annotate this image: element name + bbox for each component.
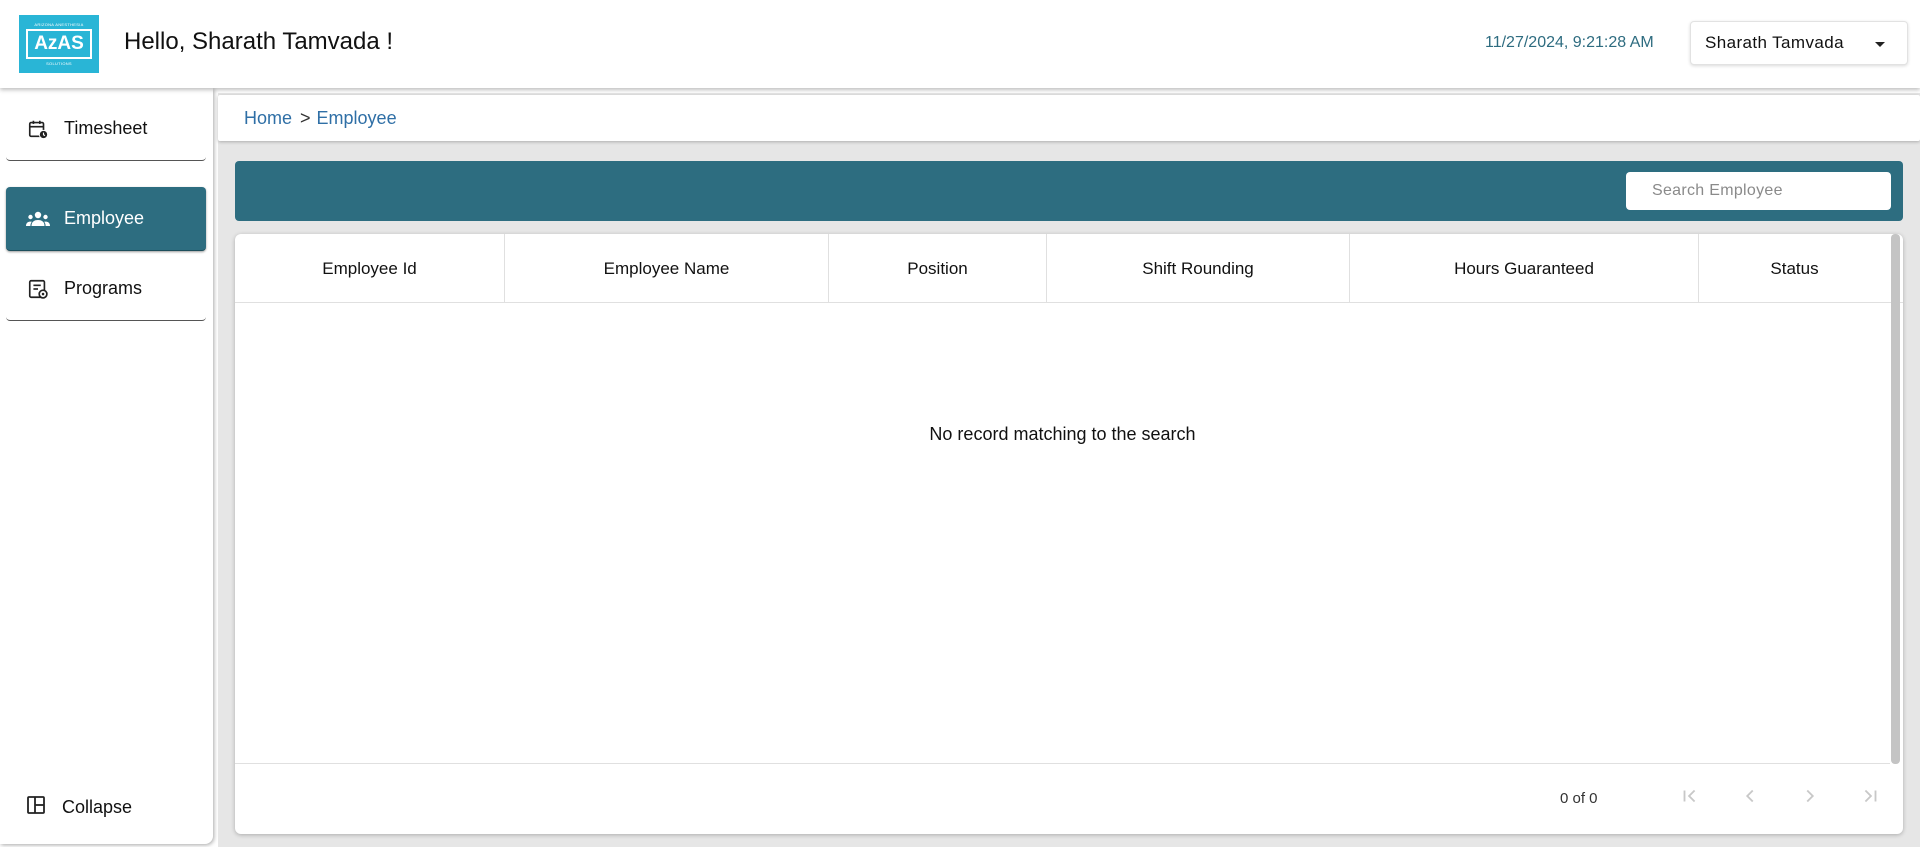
column-header-employee-id[interactable]: Employee Id [235, 234, 505, 303]
column-header-hours-guaranteed[interactable]: Hours Guaranteed [1350, 234, 1699, 303]
table-toolbar [235, 161, 1903, 221]
breadcrumb: Home > Employee [218, 95, 1920, 141]
caret-down-icon [1875, 42, 1885, 47]
pagination-footer: 0 of 0 [235, 763, 1890, 834]
logo-top-text: ARIZONA ANESTHESIA [34, 22, 84, 27]
column-header-status[interactable]: Status [1699, 234, 1890, 303]
app-header: ARIZONA ANESTHESIA AzAS SOLUTIONS Hello,… [0, 0, 1920, 88]
collapse-label: Collapse [62, 797, 133, 817]
column-header-shift-rounding[interactable]: Shift Rounding [1047, 234, 1350, 303]
sidebar-item-label: Programs [64, 278, 143, 298]
breadcrumb-separator: > [300, 107, 311, 128]
pagination-range: 0 of 0 [1560, 790, 1598, 807]
breadcrumb-current[interactable]: Employee [317, 108, 397, 129]
sidebar-item-timesheet[interactable]: Timesheet [6, 97, 206, 161]
next-page-icon [1799, 785, 1821, 812]
current-datetime: 11/27/2024, 9:21:28 AM [1485, 34, 1654, 51]
previous-page-button[interactable] [1734, 782, 1766, 814]
greeting-text: Hello, Sharath Tamvada ! [124, 28, 394, 55]
logo-mark: AzAS [26, 29, 92, 59]
first-page-button[interactable] [1674, 782, 1706, 814]
column-header-position[interactable]: Position [829, 234, 1047, 303]
logo-bottom-text: SOLUTIONS [46, 61, 72, 66]
collapse-button[interactable]: Collapse [26, 795, 132, 820]
main-content: Home > Employee Employee Id Employee Nam… [218, 93, 1920, 847]
calendar-clock-icon [26, 117, 50, 141]
empty-state-message: No record matching to the search [929, 424, 1196, 444]
previous-page-icon [1739, 785, 1761, 812]
table-scrollbar[interactable] [1891, 234, 1900, 764]
search-employee-input[interactable] [1626, 172, 1891, 210]
table-header-row: Employee Id Employee Name Position Shift… [235, 234, 1903, 303]
first-page-icon [1679, 785, 1701, 812]
people-icon [26, 207, 50, 231]
user-menu-button[interactable]: Sharath Tamvada [1690, 21, 1908, 65]
sidebar: Timesheet Employee Programs Collapse [0, 88, 213, 844]
sidebar-item-label: Timesheet [64, 118, 148, 138]
sidebar-item-programs[interactable]: Programs [6, 257, 206, 321]
last-page-button[interactable] [1854, 782, 1886, 814]
column-header-employee-name[interactable]: Employee Name [505, 234, 829, 303]
azas-logo[interactable]: ARIZONA ANESTHESIA AzAS SOLUTIONS [19, 15, 99, 73]
program-list-icon [26, 277, 50, 301]
last-page-icon [1859, 785, 1881, 812]
next-page-button[interactable] [1794, 782, 1826, 814]
sidebar-item-employee[interactable]: Employee [6, 187, 206, 251]
sidebar-item-label: Employee [64, 208, 145, 228]
user-name: Sharath Tamvada [1705, 33, 1844, 52]
layout-panel-icon [26, 795, 46, 820]
breadcrumb-home-link[interactable]: Home [244, 108, 292, 129]
employee-table: Employee Id Employee Name Position Shift… [235, 234, 1903, 834]
